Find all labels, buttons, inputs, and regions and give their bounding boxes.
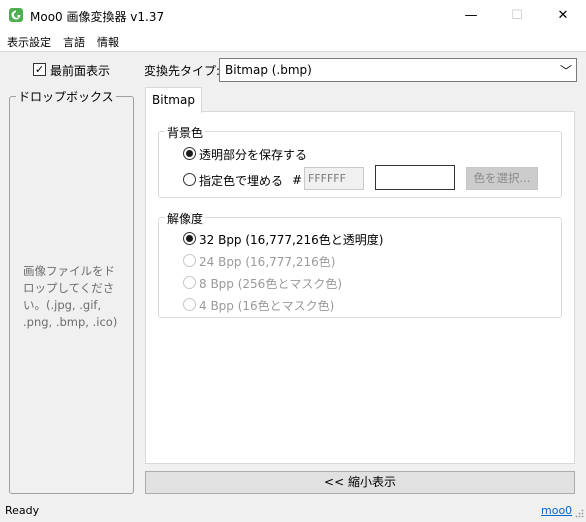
radio-fill-color-label[interactable]: 指定色で埋める — [199, 172, 283, 189]
radio-4bpp[interactable] — [183, 298, 196, 311]
topmost-label[interactable]: 最前面表示 — [50, 62, 110, 79]
radio-keep-transparency[interactable] — [183, 147, 196, 160]
hex-color-input[interactable] — [304, 167, 364, 190]
resize-grip-icon[interactable] — [575, 509, 584, 518]
target-type-label: 変換先タイプ: — [144, 64, 221, 78]
radio-fill-color[interactable] — [183, 173, 196, 186]
radio-4bpp-label[interactable]: 4 Bpp (16色とマスク色) — [199, 297, 334, 314]
color-swatch — [375, 165, 455, 190]
radio-8bpp[interactable] — [183, 276, 196, 289]
menu-display-settings[interactable]: 表示設定 — [7, 34, 51, 50]
window-title: Moo0 画像変換器 v1.37 — [30, 10, 165, 24]
close-button[interactable]: ✕ — [540, 0, 586, 32]
radio-24bpp-label[interactable]: 24 Bpp (16,777,216色) — [199, 253, 335, 270]
shrink-view-button[interactable]: << 縮小表示 — [145, 471, 575, 494]
radio-keep-transparency-label[interactable]: 透明部分を保存する — [199, 146, 307, 163]
hash-label: # — [292, 173, 303, 187]
menu-language[interactable]: 言語 — [63, 34, 85, 50]
topmost-checkbox[interactable]: ✓ — [33, 63, 46, 76]
tab-bitmap-label: Bitmap — [152, 93, 195, 107]
radio-32bpp-label[interactable]: 32 Bpp (16,777,216色と透明度) — [199, 231, 383, 248]
radio-24bpp[interactable] — [183, 254, 196, 267]
menu-bar — [0, 32, 586, 52]
background-color-title: 背景色 — [165, 124, 206, 141]
radio-32bpp[interactable] — [183, 232, 196, 245]
minimize-button[interactable]: — — [448, 0, 494, 32]
select-color-button[interactable]: 色を選択... — [466, 167, 538, 190]
drop-box-hint: 画像ファイルをドロップしてください。(.jpg, .gif, .png, .bm… — [23, 264, 118, 329]
maximize-button[interactable]: ☐ — [494, 0, 540, 32]
resolution-title: 解像度 — [165, 210, 206, 227]
drop-box-title: ドロップボックス — [16, 88, 116, 105]
menu-info[interactable]: 情報 — [97, 34, 119, 50]
chevron-down-icon: ﹀ — [560, 64, 573, 78]
target-type-value: Bitmap (.bmp) — [225, 63, 312, 77]
moo0-link[interactable]: moo0 — [541, 504, 572, 517]
radio-8bpp-label[interactable]: 8 Bpp (256色とマスク色) — [199, 275, 342, 292]
status-text: Ready — [5, 504, 40, 517]
app-icon — [8, 7, 24, 23]
